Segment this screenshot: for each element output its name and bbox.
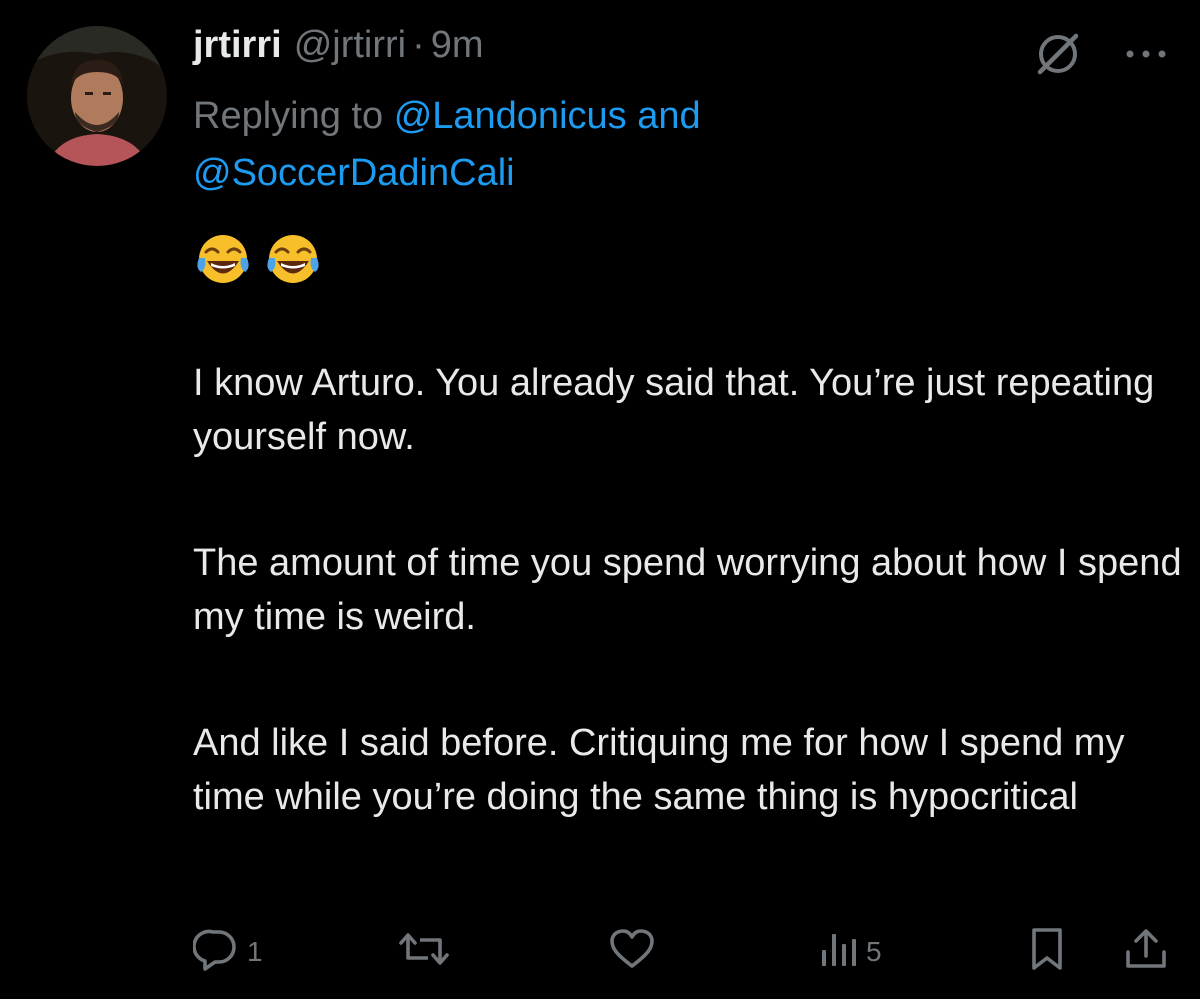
mention-soccerdadincali[interactable]: @SoccerDadinCali: [193, 152, 515, 194]
views-button[interactable]: 5: [818, 926, 882, 978]
bookmark-icon: [1027, 926, 1067, 979]
tweet-paragraph-1: I know Arturo. You already said that. Yo…: [193, 362, 1155, 458]
like-button[interactable]: [608, 926, 664, 978]
tweet-paragraph-3: And like I said before. Critiquing me fo…: [193, 722, 1125, 818]
tweet-body: I know Arturo. You already said that. Yo…: [193, 356, 1183, 824]
repost-icon: [398, 926, 450, 979]
tears-of-joy-emoji-2: [263, 228, 323, 293]
grok-icon[interactable]: [1032, 28, 1084, 80]
tweet-top-actions: [1032, 28, 1170, 80]
replying-to: Replying to @Landonicus and @SoccerDadin…: [193, 88, 1173, 202]
mention-landonicus[interactable]: @Landonicus: [394, 95, 627, 137]
avatar[interactable]: [27, 26, 167, 166]
tweet-paragraph-2: The amount of time you spend worrying ab…: [193, 542, 1182, 638]
tweet-timestamp[interactable]: 9m: [431, 24, 484, 67]
bookmark-button[interactable]: [1027, 926, 1067, 978]
reply-button[interactable]: 1: [192, 926, 263, 979]
separator-dot: ·: [412, 24, 425, 66]
user-handle[interactable]: @jrtirri: [294, 24, 406, 67]
share-button[interactable]: [1123, 926, 1169, 978]
heart-icon: [608, 926, 656, 979]
views-count: 5: [866, 936, 882, 967]
mention-joiner: and: [637, 95, 701, 137]
share-icon: [1123, 926, 1169, 979]
reply-count: 1: [247, 936, 263, 967]
views-icon: [818, 926, 858, 979]
display-name[interactable]: jrtirri: [193, 24, 282, 67]
tweet-header: jrtirri @jrtirri · 9m: [193, 24, 484, 74]
tweet-actions-bar: 1 5: [192, 926, 1173, 979]
tweet[interactable]: jrtirri @jrtirri · 9m Replying to @Lando…: [0, 0, 1200, 999]
replying-prefix: Replying to: [193, 95, 384, 137]
reply-icon: [192, 926, 239, 979]
tears-of-joy-emoji-1: [193, 228, 253, 293]
more-icon[interactable]: [1122, 46, 1170, 62]
emoji-row: [193, 228, 323, 293]
repost-button[interactable]: [398, 926, 458, 978]
